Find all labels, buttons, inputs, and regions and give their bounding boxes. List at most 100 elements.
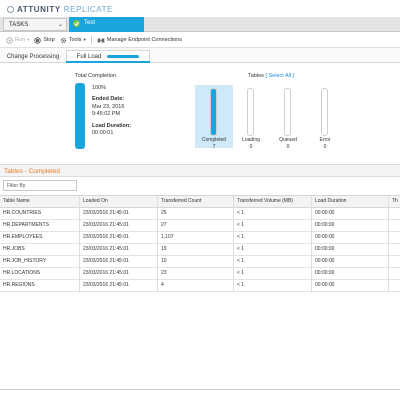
table-cell: HR.LOCATIONS	[0, 268, 80, 280]
table-row[interactable]: HR.JOBS 23/03/2016 21:45:01 19 < 1 00:00:00	[0, 244, 400, 256]
active-tab-indicator	[66, 61, 150, 63]
tasks-label: TASKS	[9, 22, 29, 28]
monitor-subtabs: Change Processing Full Load	[0, 48, 400, 63]
table-row[interactable]: HR.REGIONS 23/03/2016 21:45:01 4 < 1 00:00:0…	[0, 280, 400, 292]
manage-endpoints-button[interactable]: Manage Endpoint Connections	[97, 37, 182, 44]
table-cell	[389, 220, 400, 232]
table-row[interactable]: HR.LOCATIONS 23/03/2016 21:45:01 23 < 1 00:0…	[0, 268, 400, 280]
tasks-dropdown[interactable]: TASKS ⌄	[3, 18, 67, 31]
stat-bar-2[interactable]	[284, 88, 291, 136]
table-cell: HR.COUNTRIES	[0, 208, 80, 220]
stat-count: 7	[212, 144, 216, 150]
load-duration-label: Load Duration:	[92, 123, 132, 129]
full-load-progress	[107, 55, 140, 58]
column-header[interactable]: Loaded On	[80, 196, 158, 208]
full-load-summary: Total Completion 100% Ended Date: Mar 23…	[0, 64, 400, 162]
table-cell: 4	[158, 280, 234, 292]
stat-label: Error	[319, 137, 331, 143]
endpoints-icon	[97, 38, 105, 42]
section-title: Tables - Completed	[4, 168, 60, 175]
tables-grid: Table Name Loaded On Transferred Count T…	[0, 195, 400, 292]
table-cell: 23/03/2016 21:45:01	[80, 220, 158, 232]
column-header[interactable]: Table Name	[0, 196, 80, 208]
tab-test[interactable]: Test	[69, 17, 144, 32]
chevron-down-icon[interactable]: ⌄	[58, 21, 63, 28]
table-cell	[389, 244, 400, 256]
tables-label: Tables	[248, 73, 264, 79]
table-cell: < 1	[234, 280, 312, 292]
manage-label: Manage Endpoint Connections	[106, 37, 183, 43]
app-header: ATTUNITY REPLICATE	[0, 0, 400, 17]
table-cell: < 1	[234, 256, 312, 268]
gear-icon	[60, 37, 66, 43]
stat-count: 0	[249, 144, 253, 150]
table-cell: 19	[158, 244, 234, 256]
stat-bar-1[interactable]	[247, 88, 254, 136]
tables-section-header: Tables - Completed	[0, 164, 400, 177]
stat-bar-0[interactable]	[210, 88, 217, 136]
stop-button[interactable]: Stop	[34, 36, 55, 44]
table-cell: HR.DEPARTMENTS	[0, 220, 80, 232]
stat-label: Completed	[201, 137, 227, 143]
table-cell: < 1	[234, 244, 312, 256]
total-completion-bar	[75, 83, 85, 149]
table-cell: 23/03/2016 21:45:01	[80, 244, 158, 256]
table-cell: 25	[158, 208, 234, 220]
stat-count: 0	[323, 144, 327, 150]
tools-caret-icon: ▾	[83, 37, 86, 42]
ended-date-value: Mar 23, 2016	[92, 104, 125, 110]
stat-label: Queued	[279, 137, 297, 143]
stat-fill	[211, 89, 216, 135]
column-header[interactable]: Load Duration	[312, 196, 389, 208]
stop-label: Stop	[43, 37, 55, 43]
select-all-link[interactable]: [ Select All ]	[265, 73, 294, 79]
table-cell: 23	[158, 268, 234, 280]
table-cell	[389, 256, 400, 268]
column-header[interactable]: Th	[389, 196, 400, 208]
run-icon	[6, 36, 13, 44]
column-header[interactable]: Transferred Volume (MB)	[234, 196, 312, 208]
table-row[interactable]: HR.EMPLOYEES 23/03/2016 21:45:01 1,107 < 10…	[0, 232, 400, 244]
attunity-logo: ATTUNITY REPLICATE	[7, 4, 113, 14]
tab-change-processing[interactable]: Change Processing	[2, 50, 64, 63]
table-cell: 00:00:00	[312, 232, 389, 244]
filter-placeholder: Filter By	[7, 182, 26, 189]
task-tab-label: Test	[84, 20, 96, 26]
table-cell: 1,107	[158, 232, 234, 244]
table-cell: < 1	[234, 220, 312, 232]
table-cell: 23/03/2016 21:45:01	[80, 232, 158, 244]
table-row[interactable]: HR.DEPARTMENTS 23/03/2016 21:45:01 27 < 1 00…	[0, 220, 400, 232]
table-cell: 23/03/2016 21:45:01	[80, 208, 158, 220]
table-cell: 27	[158, 220, 234, 232]
brand-product: REPLICATE	[63, 4, 114, 14]
logo-icon	[7, 5, 14, 13]
table-cell: 00:00:00	[312, 244, 389, 256]
brand-name: ATTUNITY	[17, 4, 61, 14]
tools-button[interactable]: Tools ▾	[60, 37, 86, 44]
table-cell: < 1	[234, 208, 312, 220]
run-caret-icon: ▾	[27, 37, 30, 42]
table-cell: < 1	[234, 232, 312, 244]
run-label: Run	[15, 37, 26, 43]
table-cell: 23/03/2016 21:45:01	[80, 268, 158, 280]
table-cell: < 1	[234, 268, 312, 280]
run-button[interactable]: Run ▾	[6, 36, 30, 44]
table-cell: 23/03/2016 21:45:01	[80, 280, 158, 292]
table-cell: 00:00:00	[312, 268, 389, 280]
tab-row: TASKS ⌄ Test	[0, 17, 400, 32]
table-cell: 00:00:00	[312, 280, 389, 292]
table-row[interactable]: HR.COUNTRIES 23/03/2016 21:45:01 25 < 1 00:0…	[0, 208, 400, 220]
table-row[interactable]: HR.JOB_HISTORY 23/03/2016 21:45:01 10 < 1 00…	[0, 256, 400, 268]
grid-bottom-border	[0, 389, 400, 390]
filter-input[interactable]: Filter By	[3, 180, 77, 191]
table-cell	[389, 280, 400, 292]
ended-date-label: Ended Date:	[92, 96, 125, 102]
table-cell: HR.JOB_HISTORY	[0, 256, 80, 268]
tab-change-processing-label: Change Processing	[6, 53, 60, 60]
stat-bar-3[interactable]	[321, 88, 328, 136]
table-cell: 00:00:00	[312, 208, 389, 220]
table-cell: 00:00:00	[312, 220, 389, 232]
column-header[interactable]: Transferred Count	[158, 196, 234, 208]
table-header-row: Table Name Loaded On Transferred Count T…	[0, 196, 400, 208]
table-cell	[389, 232, 400, 244]
